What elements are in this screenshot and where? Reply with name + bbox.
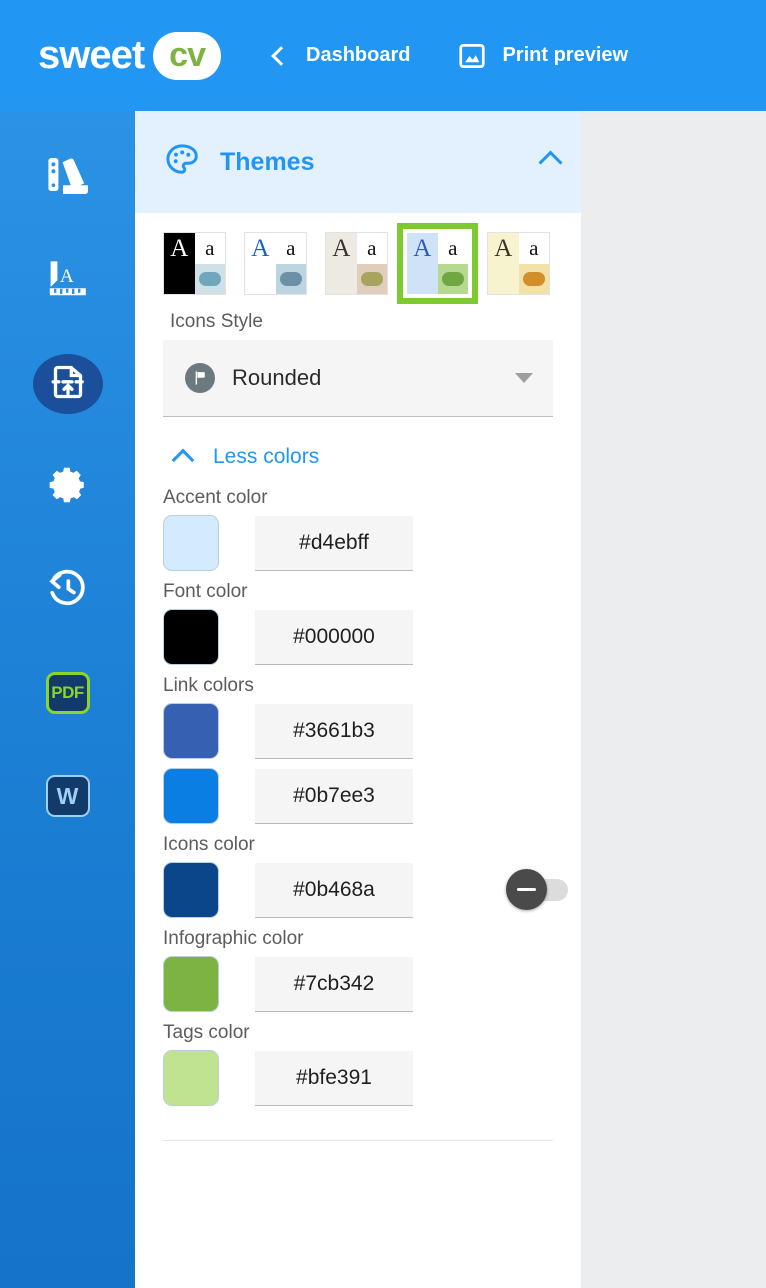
icons-color-swatch[interactable] [163,862,219,918]
theme-letter-A: A [494,234,513,262]
typography-ruler-icon: A [44,255,92,308]
svg-text:A: A [59,266,73,287]
icons-style-label: Icons Style [170,311,263,332]
themes-panel-collapse-button[interactable] [538,149,563,176]
themes-panel: Themes A a A a A a A a A a Icons Style R… [135,111,581,1288]
theme-dot [441,271,464,286]
tags-color-label: Tags color [163,1022,250,1043]
app-root: sweet cv Dashboard Print preview A PDF W… [0,0,766,1288]
sidebar-item-upload[interactable] [29,353,107,415]
theme-letter-a: a [367,235,377,260]
link-color-primary-hex-input[interactable]: #3661b3 [255,703,413,759]
color-row-font: #000000 [163,609,553,665]
link-color-secondary-swatch[interactable] [163,768,219,824]
infographic-color-label: Infographic color [163,928,304,949]
caret-down-icon[interactable] [515,373,533,383]
theme-swatch-blue-green[interactable]: A a [397,223,478,304]
less-colors-toggle[interactable]: Less colors [171,445,553,471]
theme-swatch-beige[interactable]: A a [325,232,388,295]
history-clock-icon [46,566,90,615]
panel-divider [163,1140,553,1141]
file-upload-icon [48,362,88,407]
icons-color-toggle[interactable] [506,869,568,910]
left-sidebar: A PDF W [0,111,135,1288]
theme-letter-a: a [529,235,539,260]
font-color-swatch[interactable] [163,609,219,665]
theme-dot [360,271,383,286]
logo-cv-pill: cv [153,31,221,80]
flag-circle-icon [185,363,215,393]
toggle-knob [506,869,547,910]
color-row-link-primary: #3661b3 [163,703,553,759]
icons-style-value: Rounded [232,365,322,390]
theme-letter-A: A [413,234,432,262]
theme-letter-a: a [286,235,296,260]
palette-swatches-icon [44,152,92,205]
font-color-label: Font color [163,581,248,602]
font-color-hex-input[interactable]: #000000 [255,609,413,665]
theme-dot [279,271,302,286]
sidebar-item-export-pdf[interactable]: PDF [29,662,107,724]
theme-swatch-black[interactable]: A a [163,232,226,295]
color-row-icons: #0b468a [163,862,568,918]
header-actions: Dashboard Print preview [271,41,628,71]
minus-icon [517,888,536,891]
app-logo[interactable]: sweet cv [38,31,221,80]
print-preview-button[interactable]: Print preview [457,41,628,71]
theme-letter-a: a [448,235,458,260]
sidebar-item-settings[interactable] [29,456,107,518]
accent-color-swatch[interactable] [163,515,219,571]
chevron-up-icon [171,448,195,471]
document-canvas-area [581,111,766,1288]
dashboard-label: Dashboard [306,44,411,66]
theme-letter-A: A [170,234,189,262]
color-row-accent: #d4ebff [163,515,553,571]
theme-swatch-white-blue[interactable]: A a [244,232,307,295]
color-row-tags: #bfe391 [163,1050,553,1106]
themes-panel-body: A a A a A a A a A a Icons Style Rounded … [135,213,581,1141]
tags-color-hex-input[interactable]: #bfe391 [255,1050,413,1106]
tags-color-swatch[interactable] [163,1050,219,1106]
print-preview-label: Print preview [502,44,629,66]
link-color-secondary-hex-input[interactable]: #0b7ee3 [255,768,413,824]
themes-panel-header[interactable]: Themes [135,111,581,213]
link-colors-label: Link colors [163,675,254,696]
chevron-left-icon [271,45,291,66]
less-colors-label: Less colors [213,445,320,468]
logo-text: sweet [38,33,145,77]
accent-color-hex-input[interactable]: #d4ebff [255,515,413,571]
sidebar-item-typography[interactable]: A [29,250,107,312]
sidebar-item-history[interactable] [29,559,107,621]
sidebar-item-themes[interactable] [29,147,107,209]
theme-swatch-list: A a A a A a A a A a [163,223,553,304]
palette-icon [163,141,201,184]
color-row-infographic: #7cb342 [163,956,553,1012]
theme-letter-A: A [332,234,351,262]
chevron-up-icon [538,149,563,175]
pdf-export-icon: PDF [45,672,90,714]
theme-dot [522,271,545,286]
color-row-link-secondary: #0b7ee3 [163,768,553,824]
link-color-primary-swatch[interactable] [163,703,219,759]
themes-panel-title: Themes [220,147,315,176]
icons-color-hex-input[interactable]: #0b468a [255,862,413,918]
dashboard-button[interactable]: Dashboard [271,44,411,67]
infographic-color-hex-input[interactable]: #7cb342 [255,956,413,1012]
infographic-color-swatch[interactable] [163,956,219,1012]
theme-swatch-cream[interactable]: A a [487,232,550,295]
theme-letter-a: a [205,235,215,260]
app-header: sweet cv Dashboard Print preview [0,0,766,111]
word-export-icon: W [45,775,90,817]
gear-icon [46,463,90,512]
theme-letter-A: A [251,234,270,262]
sidebar-item-export-word[interactable]: W [29,765,107,827]
image-icon [457,41,487,71]
icons-color-label: Icons color [163,834,255,855]
accent-color-label: Accent color [163,487,268,508]
icons-style-select[interactable]: Rounded [163,340,553,417]
theme-dot [198,271,221,286]
